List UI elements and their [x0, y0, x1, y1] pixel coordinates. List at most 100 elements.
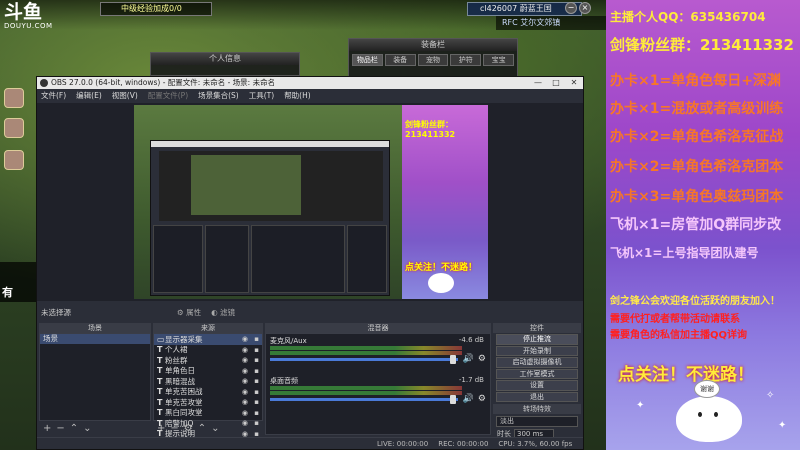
sources-toolbar: + − ⚙ ⌃ ⌄ [153, 421, 263, 435]
volume-meter [270, 351, 462, 355]
source-name: 单克苦困战 [165, 387, 203, 397]
menu-edit[interactable]: 编辑(E) [76, 89, 102, 103]
menu-help[interactable]: 帮助(H) [284, 89, 311, 103]
game-side-icon[interactable] [4, 150, 24, 170]
volume-slider[interactable] [270, 358, 458, 361]
equip-tab[interactable]: 护符 [450, 54, 482, 66]
volume-slider[interactable] [270, 398, 458, 401]
source-name: 显示器采集 [165, 334, 203, 344]
lock-icon[interactable]: ▪ [254, 346, 259, 354]
source-item[interactable]: T 单克苦困战 ◉ ▪ [154, 387, 262, 398]
filters-button[interactable]: ◐ 滤镜 [211, 307, 235, 318]
source-item[interactable]: ▭ 显示器采集 ◉ ▪ [154, 334, 262, 345]
chevron-up-icon[interactable]: ⌃ [198, 423, 206, 434]
mixer-channels: 麦克风/Aux -4.6 dB 🔊 ⚙ 桌面音频 -1.7 dB 🔊 ⚙ [265, 333, 491, 435]
exit-button[interactable]: 退出 [496, 391, 578, 402]
start-recording-button[interactable]: 开始录制 [496, 345, 578, 356]
controls-dock-title: 控件 [493, 323, 581, 333]
speaker-icon[interactable]: 🔊 [463, 354, 474, 364]
settings-button[interactable]: 设置 [496, 380, 578, 391]
chevron-down-icon[interactable]: ⌄ [211, 423, 219, 434]
game-left-chip: 有 [0, 262, 36, 302]
chevron-down-icon[interactable]: ⌄ [83, 423, 91, 434]
source-item[interactable]: T 单角色日 ◉ ▪ [154, 366, 262, 377]
source-item[interactable]: T 黑白同攻堂 ◉ ▪ [154, 408, 262, 419]
minimize-icon[interactable]: — [529, 77, 547, 89]
gear-icon[interactable]: ⚙ [184, 423, 193, 434]
volume-slider-handle[interactable] [450, 355, 456, 364]
lock-icon[interactable]: ▪ [254, 367, 259, 375]
rec-status: REC: 00:00:00 [438, 439, 489, 448]
text-icon: T [157, 376, 163, 386]
sparkle-icon: ✦ [778, 420, 787, 431]
menu-scene-collection[interactable]: 场景集合(S) [198, 89, 239, 103]
source-item[interactable]: T 单克苦攻堂 ◉ ▪ [154, 397, 262, 408]
lock-icon[interactable]: ▪ [254, 335, 259, 343]
lock-icon[interactable]: ▪ [254, 409, 259, 417]
volume-meter [270, 391, 462, 395]
eye-icon[interactable]: ◉ [242, 346, 248, 354]
source-name: 单角色日 [165, 366, 195, 376]
mixer-channel-name: 桌面音频 [270, 377, 298, 385]
gear-icon[interactable]: ⚙ [478, 394, 486, 404]
source-item[interactable]: T 粉丝群 ◉ ▪ [154, 355, 262, 366]
game-window-buttons: − × [565, 2, 591, 14]
menu-tools[interactable]: 工具(T) [249, 89, 274, 103]
offer-line: 办卡×2=单角色希洛克征战 [610, 129, 784, 145]
game-close-icon[interactable]: × [579, 2, 591, 14]
obs-window-controls: — □ ✕ [529, 77, 583, 89]
gear-icon[interactable]: ⚙ [478, 354, 486, 364]
equip-tab[interactable]: 宠物 [417, 54, 449, 66]
menu-profile[interactable]: 配置文件(P) [148, 89, 188, 103]
studio-mode-button[interactable]: 工作室模式 [496, 368, 578, 379]
obs-preview-area[interactable]: 剑锋粉丝群：213411332 点关注！不迷路！ [37, 103, 583, 301]
menu-view[interactable]: 视图(V) [112, 89, 138, 103]
equip-tab[interactable]: 宝宝 [483, 54, 514, 66]
add-icon[interactable]: + [157, 423, 165, 434]
add-icon[interactable]: + [43, 423, 51, 434]
game-side-icon[interactable] [4, 88, 24, 108]
filters-label: 滤镜 [220, 307, 236, 317]
text-icon: T [157, 408, 163, 418]
equip-tab[interactable]: 装备 [384, 54, 416, 66]
lock-icon[interactable]: ▪ [254, 356, 259, 364]
eye-icon[interactable]: ◉ [242, 367, 248, 375]
equip-tab[interactable]: 物品栏 [352, 54, 383, 66]
game-personal-title: 个人信息 [151, 53, 299, 65]
offer-line: 办卡×1=混放或者高级训练 [610, 101, 784, 117]
obs-titlebar: OBS 27.0.0 (64-bit, windows) - 配置文件: 未命名… [37, 77, 583, 89]
source-item[interactable]: T 黑暗混战 ◉ ▪ [154, 376, 262, 387]
volume-slider-handle[interactable] [450, 395, 456, 404]
properties-label: 属性 [186, 307, 202, 317]
lock-icon[interactable]: ▪ [254, 388, 259, 396]
nested-info-panel: 剑锋粉丝群：213411332 点关注！不迷路！ [402, 105, 488, 299]
lock-icon[interactable]: ▪ [254, 377, 259, 385]
lock-icon[interactable]: ▪ [254, 398, 259, 406]
eye-icon[interactable]: ◉ [242, 409, 248, 417]
scene-item[interactable]: 场景 [40, 334, 150, 344]
eye-icon[interactable]: ◉ [242, 377, 248, 385]
start-virtual-camera-button[interactable]: 启动虚拟摄像机 [496, 357, 578, 368]
remove-icon[interactable]: − [170, 423, 178, 434]
menu-file[interactable]: 文件(F) [41, 89, 66, 103]
mascot-speech-bubble: 谢谢 [694, 380, 720, 398]
chevron-up-icon[interactable]: ⌃ [70, 423, 78, 434]
transition-select[interactable]: 淡出 [496, 416, 578, 427]
mixer-dock: 混音器 麦克风/Aux -4.6 dB 🔊 ⚙ 桌面音频 -1.7 dB 🔊 ⚙ [265, 323, 491, 435]
close-icon[interactable]: ✕ [565, 77, 583, 89]
properties-button[interactable]: ⚙ 属性 [177, 307, 201, 318]
speaker-icon[interactable]: 🔊 [463, 394, 474, 404]
eye-icon[interactable]: ◉ [242, 388, 248, 396]
eye-icon[interactable]: ◉ [242, 398, 248, 406]
game-side-icon[interactable] [4, 118, 24, 138]
remove-icon[interactable]: − [56, 423, 64, 434]
source-item[interactable]: T 个人裙 ◉ ▪ [154, 345, 262, 356]
game-minimize-icon[interactable]: − [565, 2, 577, 14]
eye-icon[interactable]: ◉ [242, 335, 248, 343]
game-equip-title: 装备栏 [349, 39, 517, 51]
transition-value: 淡出 [500, 417, 514, 425]
stop-streaming-button[interactable]: 停止推流 [496, 334, 578, 345]
eye-icon[interactable]: ◉ [242, 356, 248, 364]
maximize-icon[interactable]: □ [547, 77, 565, 89]
mixer-channel: 桌面音频 -1.7 dB 🔊 ⚙ [266, 374, 490, 414]
